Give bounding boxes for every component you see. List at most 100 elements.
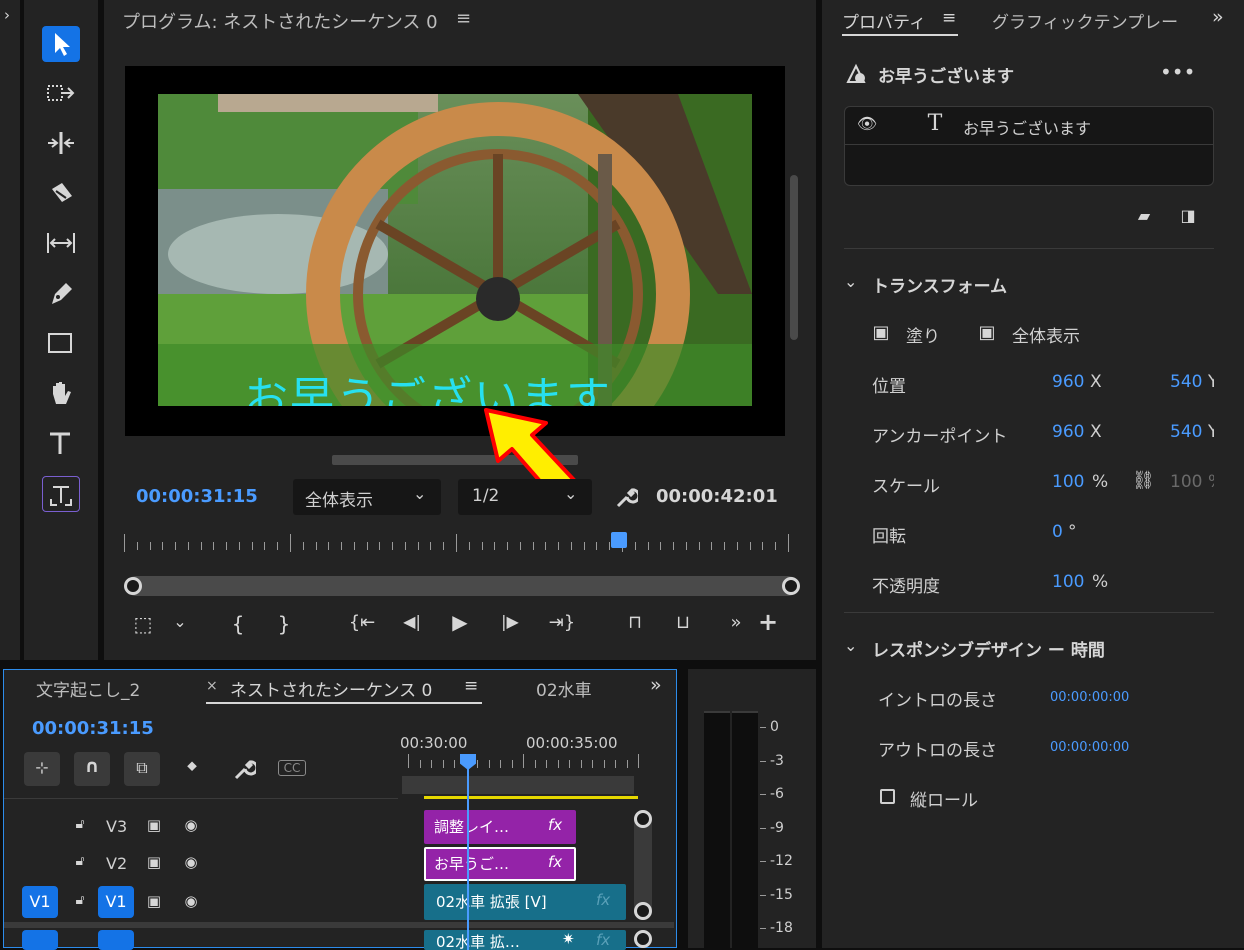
eye-icon[interactable]: ◉	[180, 892, 202, 910]
tab-02-waterwheel[interactable]: 02水車	[536, 676, 592, 701]
selection-tool-button[interactable]	[42, 26, 80, 62]
time-ruler[interactable]	[124, 534, 792, 554]
lock-icon[interactable]: 🔓︎	[72, 853, 88, 869]
extract-icon[interactable]: ⊔	[668, 612, 698, 633]
more-controls-icon[interactable]: »	[726, 612, 746, 633]
source-patch-a1[interactable]	[22, 930, 58, 950]
fit-label[interactable]: 全体表示	[1012, 322, 1080, 347]
track-scrollbar[interactable]	[634, 810, 652, 920]
roll-checkbox[interactable]	[880, 789, 895, 804]
hand-tool-button[interactable]	[42, 376, 80, 410]
track-target-a1[interactable]	[98, 930, 134, 950]
fx-badge-icon[interactable]: fx	[548, 853, 562, 871]
type-tool-button[interactable]	[42, 426, 80, 460]
auto-reframe-tool-button[interactable]	[42, 476, 80, 512]
intro-value[interactable]: 00:00:00:00	[1050, 690, 1129, 705]
responsive-design-header[interactable]: レスポンシブデザイン ー 時間	[872, 636, 1105, 661]
sync-lock-icon[interactable]: ▣	[144, 892, 164, 910]
captions-icon[interactable]: CC	[278, 760, 306, 776]
linked-selection-button[interactable]: ⧉	[124, 752, 160, 786]
monitor-playhead[interactable]	[611, 532, 628, 548]
fit-select[interactable]: 全体表示 ⌄	[293, 479, 441, 515]
track-header-v1[interactable]: V1 🔓︎ V1 ▣ ◉	[4, 884, 398, 920]
mark-out-icon[interactable]: }	[274, 612, 294, 636]
zoom-handle-right[interactable]	[782, 577, 800, 595]
layer-row[interactable]: 👁 T お早うございます	[845, 107, 1213, 145]
fill-frame-icon[interactable]: ▣	[870, 322, 892, 343]
step-forward-icon[interactable]: |▶	[498, 612, 522, 631]
fill-label[interactable]: 塗り	[906, 322, 940, 347]
new-layer-icon[interactable]: ◨	[1176, 206, 1200, 225]
tab-transcript[interactable]: 文字起こし_2	[36, 676, 140, 701]
go-to-in-icon[interactable]: {⇤	[348, 612, 376, 633]
clip-waterwheel-audio[interactable]: 02水車 拡… ✷ fx	[424, 930, 626, 950]
marker-icon[interactable]: ⬥	[182, 758, 202, 774]
eye-icon[interactable]: ◉	[180, 853, 202, 871]
eye-icon[interactable]: ◉	[180, 816, 202, 834]
wrench-icon[interactable]	[230, 756, 256, 782]
more-options-icon[interactable]: •••	[1160, 60, 1195, 84]
zoom-handle-left[interactable]	[124, 577, 142, 595]
position-y-value[interactable]: 540	[1170, 372, 1202, 392]
track-select-tool-button[interactable]	[42, 76, 80, 110]
scale-value[interactable]: 100	[1052, 472, 1084, 492]
chevron-down-icon[interactable]: ⌄	[844, 272, 857, 291]
add-button-icon[interactable]: +	[756, 608, 780, 636]
link-icon[interactable]: ⛓	[1132, 470, 1155, 491]
zoom-bar[interactable]	[124, 576, 800, 596]
go-to-out-icon[interactable]: ⇥}	[548, 612, 576, 633]
position-x-value[interactable]: 960	[1052, 372, 1084, 392]
panel-overflow-icon[interactable]: »	[650, 674, 662, 696]
ripple-edit-tool-button[interactable]	[42, 126, 80, 160]
vertical-scrollbar[interactable]	[790, 175, 798, 340]
lock-icon[interactable]: 🔓︎	[72, 816, 88, 832]
track-target-v1[interactable]: V1	[98, 886, 134, 918]
rotation-value[interactable]: 0	[1052, 522, 1063, 542]
panel-overflow-icon[interactable]: »	[1212, 6, 1224, 28]
current-timecode[interactable]: 00:00:31:15	[136, 486, 258, 507]
fx-badge-icon[interactable]: fx	[596, 931, 610, 949]
scale-height-value[interactable]: 100	[1170, 472, 1202, 492]
panel-menu-icon[interactable]: ≡	[464, 676, 478, 696]
fit-frame-icon[interactable]: ▣	[976, 322, 998, 343]
step-back-icon[interactable]: ◀︎|	[400, 612, 424, 631]
tab-graphic-templates[interactable]: グラフィックテンプレー	[992, 8, 1198, 33]
tab-properties[interactable]: プロパティ	[842, 8, 926, 33]
sync-lock-icon[interactable]: ▣	[144, 816, 164, 834]
source-patch-v1[interactable]: V1	[22, 886, 58, 918]
snap-button[interactable]: ∩	[74, 752, 110, 786]
track-header-a1[interactable]	[4, 930, 398, 950]
anchor-y-value[interactable]: 540	[1170, 422, 1202, 442]
scroll-handle-bottom[interactable]	[634, 902, 652, 920]
keyframe-icon[interactable]: ✷	[562, 930, 575, 948]
clip-title-text[interactable]: お早うご… fx	[424, 847, 576, 881]
chevron-right-icon[interactable]: ›	[0, 6, 14, 24]
close-icon[interactable]: ×	[206, 678, 218, 694]
timeline-timecode[interactable]: 00:00:31:15	[32, 718, 154, 739]
wrench-icon[interactable]	[612, 484, 638, 510]
tab-nested-sequence[interactable]: ネストされたシーケンス 0	[230, 676, 432, 701]
lock-icon[interactable]: 🔓︎	[72, 892, 88, 908]
nest-toggle-button[interactable]: ⊹	[24, 752, 60, 786]
pen-tool-button[interactable]	[42, 276, 80, 310]
eye-icon[interactable]: 👁	[855, 114, 879, 133]
scroll-handle-audio[interactable]	[634, 930, 652, 948]
video-frame[interactable]: お早うございます	[125, 66, 785, 436]
resolution-select[interactable]: 1/2 ⌄	[458, 479, 592, 515]
folder-icon[interactable]: ▰	[1132, 206, 1156, 225]
slip-tool-button[interactable]	[42, 226, 80, 260]
play-icon[interactable]: ▶	[448, 610, 472, 634]
sync-lock-icon[interactable]: ▣	[144, 853, 164, 871]
clip-waterwheel-video[interactable]: 02水車 拡張 [V] fx	[424, 884, 626, 920]
mark-in-icon[interactable]: {	[228, 612, 248, 636]
clip-adjustment-layer[interactable]: 調整レイ… fx	[424, 810, 576, 844]
panel-menu-icon[interactable]: ≡	[456, 8, 471, 29]
work-area-bar[interactable]	[402, 776, 634, 794]
opacity-value[interactable]: 100	[1052, 572, 1084, 592]
anchor-x-value[interactable]: 960	[1052, 422, 1084, 442]
chevron-down-icon[interactable]: ⌄	[844, 636, 857, 655]
razor-tool-button[interactable]	[42, 176, 80, 210]
rectangle-tool-button[interactable]	[42, 326, 80, 360]
safe-margins-icon[interactable]: ⬚	[130, 612, 156, 636]
track-header-v2[interactable]: 🔓︎ V2 ▣ ◉	[4, 847, 398, 881]
